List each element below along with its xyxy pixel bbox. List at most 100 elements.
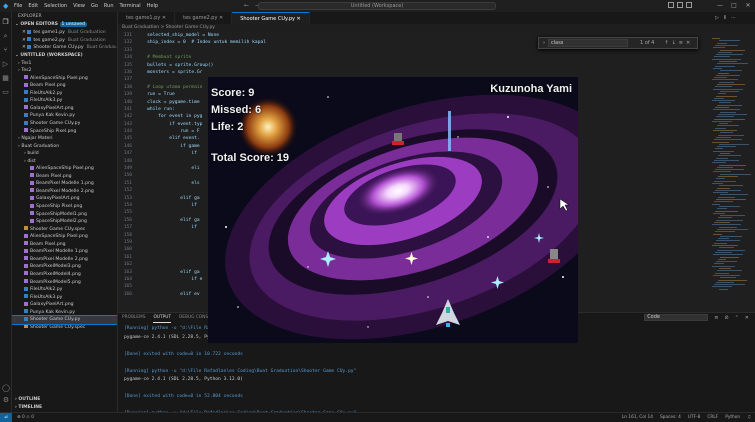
file-item[interactable]: FileUtsAlk2.py <box>12 90 117 98</box>
menu-item-go[interactable]: Go <box>91 3 98 9</box>
close-window-icon[interactable]: ✕ <box>741 0 755 12</box>
folder-item[interactable]: › Tes2 <box>12 67 117 75</box>
menu-item-view[interactable]: View <box>73 3 85 9</box>
file-item[interactable]: BeamPixel Modelle 2.png <box>12 256 117 264</box>
editor-tab[interactable]: tes game1.py ✕ <box>118 12 176 24</box>
find-in-selection-icon[interactable]: ≡ <box>679 40 686 46</box>
file-item[interactable]: GalaxyPixelArt.png <box>12 301 117 309</box>
outline-header[interactable]: › OUTLINE <box>12 396 117 404</box>
toggle-panel-icon[interactable] <box>677 2 683 8</box>
menu-item-run[interactable]: Run <box>104 3 114 9</box>
file-item[interactable]: Shooter Game CUy.spec <box>12 226 117 234</box>
file-item[interactable]: Shooter Game CUy.py <box>12 315 117 325</box>
editor-tab[interactable]: Shooter Game CUy.py ✕ <box>232 12 310 24</box>
file-item[interactable]: Shooter Game CUy.spec <box>12 324 117 332</box>
minimap[interactable] <box>708 32 755 312</box>
maximize-panel-icon[interactable]: ⌃ <box>735 315 739 321</box>
arrow-up-icon[interactable]: ↑ <box>664 40 671 46</box>
file-item[interactable]: AlienSpaceShip Pixel.png <box>12 233 117 241</box>
run-debug-icon[interactable]: ▷ <box>2 60 10 68</box>
close-icon[interactable]: ✕ <box>686 40 693 46</box>
file-item[interactable]: BeamPixel Modelle 1.png <box>12 180 117 188</box>
remote-explorer-icon[interactable]: ▭ <box>2 88 10 96</box>
file-item[interactable]: Punya Kak Kevin.py <box>12 112 117 120</box>
close-icon[interactable]: ✕ <box>295 16 301 22</box>
file-item[interactable]: FileUtsAlk3.py <box>12 294 117 302</box>
extensions-icon[interactable]: ▦ <box>2 74 10 82</box>
menu-item-edit[interactable]: Edit <box>28 3 38 9</box>
run-icon[interactable]: ▷ <box>715 15 719 21</box>
open-editor-item[interactable]: ✕ tes game1.py Buat Graduation <box>12 29 117 37</box>
file-item[interactable]: Shooter Game CUy.py <box>12 120 117 128</box>
minimize-icon[interactable]: — <box>713 0 727 12</box>
file-item[interactable]: AlienSpaceShip Pixel.png <box>12 75 117 83</box>
workspace-header[interactable]: ⌄ UNTITLED (WORKSPACE) <box>12 52 117 60</box>
file-item[interactable]: Beam Pixel.png <box>12 241 117 249</box>
toggle-sidebar-icon[interactable] <box>668 2 674 8</box>
file-item[interactable]: AlienSpaceShip Pixel.png <box>12 165 117 173</box>
timeline-header[interactable]: › TIMELINE <box>12 404 117 412</box>
find-input[interactable]: class <box>548 39 628 47</box>
menu-item-selection[interactable]: Selection <box>44 3 67 9</box>
bell-icon[interactable]: ♫ <box>747 415 751 420</box>
open-editors-header[interactable]: ⌄ OPEN EDITORS 1 unsaved <box>12 21 117 29</box>
panel-tab-problems[interactable]: PROBLEMS <box>122 313 145 323</box>
file-item[interactable]: SpaceShipModel2.png <box>12 218 117 226</box>
file-item[interactable]: BeamPixel Modelle 1.png <box>12 248 117 256</box>
close-icon[interactable]: ✕ <box>160 15 166 21</box>
file-item[interactable]: SpaceShipModel1.png <box>12 211 117 219</box>
file-item[interactable]: SpaceShip Pixel.png <box>12 128 117 136</box>
back-arrow-icon[interactable]: ← <box>244 2 249 9</box>
file-item[interactable]: SpaceShip Pixel.png <box>12 203 117 211</box>
cursor-position[interactable]: Ln 161, Col 14 <box>622 415 653 420</box>
errors-status[interactable]: ⊗ 0 ⚠ 0 <box>17 415 34 420</box>
file-item[interactable]: GalaxyPixelArt.png <box>12 105 117 113</box>
file-item[interactable]: FileUtsAlk3.py <box>12 97 117 105</box>
source-control-icon[interactable]: ⑂ <box>2 46 10 54</box>
panel-tab-output[interactable]: OUTPUT <box>153 313 171 323</box>
split-editor-icon[interactable]: ⫴ <box>724 15 726 21</box>
account-icon[interactable]: ◯ <box>2 384 10 392</box>
editor-tab[interactable]: tes game2.py ✕ <box>175 12 233 24</box>
folder-item[interactable]: › dist <box>12 158 117 166</box>
close-panel-icon[interactable]: ✕ <box>745 315 749 321</box>
encoding[interactable]: UTF-8 <box>688 415 701 420</box>
folder-item[interactable]: › Ngajar Materi <box>12 135 117 143</box>
file-item[interactable]: Beam Pixel.png <box>12 173 117 181</box>
open-editor-item[interactable]: ✕ Shooter Game CUy.py Buat Gradua... <box>12 44 117 52</box>
indentation[interactable]: Spaces: 4 <box>660 415 681 420</box>
file-item[interactable]: BeamPixel Modelle 2.png <box>12 188 117 196</box>
menu-item-help[interactable]: Help <box>147 3 158 9</box>
file-item[interactable]: GalaxyPixelArt.png <box>12 195 117 203</box>
output-channel-select[interactable]: Code <box>644 314 709 321</box>
menu-item-terminal[interactable]: Terminal <box>120 3 141 9</box>
search-icon[interactable]: ⌕ <box>2 32 10 40</box>
gear-icon[interactable]: ⚙ <box>2 396 10 404</box>
folder-item[interactable]: › Tes1 <box>12 60 117 68</box>
toggle-secondary-sidebar-icon[interactable] <box>686 2 692 8</box>
folder-item[interactable]: › Buat Graduation <box>12 143 117 151</box>
explorer-icon[interactable]: ❐ <box>2 18 10 26</box>
file-item[interactable]: Punya Kak Kevin.py <box>12 309 117 317</box>
language-mode[interactable]: Python <box>725 415 740 420</box>
folder-item[interactable]: › build <box>12 150 117 158</box>
more-actions-icon[interactable]: ⋯ <box>731 15 736 21</box>
line-ending[interactable]: CRLF <box>707 415 718 420</box>
file-item[interactable]: Beam Pixel.png <box>12 82 117 90</box>
file-item[interactable]: BeamPixelModel5.png <box>12 279 117 287</box>
command-center[interactable]: Untitled (Workspace) <box>258 2 496 10</box>
file-item[interactable]: FileUtsAlk2.py <box>12 286 117 294</box>
file-item[interactable]: BeamPixelModel3.png <box>12 263 117 271</box>
chevron-right-icon[interactable]: › <box>543 40 545 46</box>
close-icon[interactable]: ✕ <box>217 15 223 21</box>
open-editor-item[interactable]: ✕ tes game2.py Buat Graduation <box>12 37 117 45</box>
menu-item-file[interactable]: File <box>14 3 22 9</box>
remote-indicator-icon[interactable]: ⇌ <box>0 412 12 422</box>
pygame-window[interactable]: Score: 9 Missed: 6 Life: 2 Total Score: … <box>208 77 578 343</box>
clear-output-icon[interactable]: ⊘ <box>724 315 728 321</box>
filter-icon[interactable]: ≡ <box>714 315 718 321</box>
maximize-icon[interactable]: □ <box>727 0 741 12</box>
file-item[interactable]: BeamPixelModel4.png <box>12 271 117 279</box>
arrow-down-icon[interactable]: ↓ <box>672 40 679 46</box>
breadcrumb[interactable]: Buat Graduation > Shooter Game CUy.py <box>118 24 215 32</box>
